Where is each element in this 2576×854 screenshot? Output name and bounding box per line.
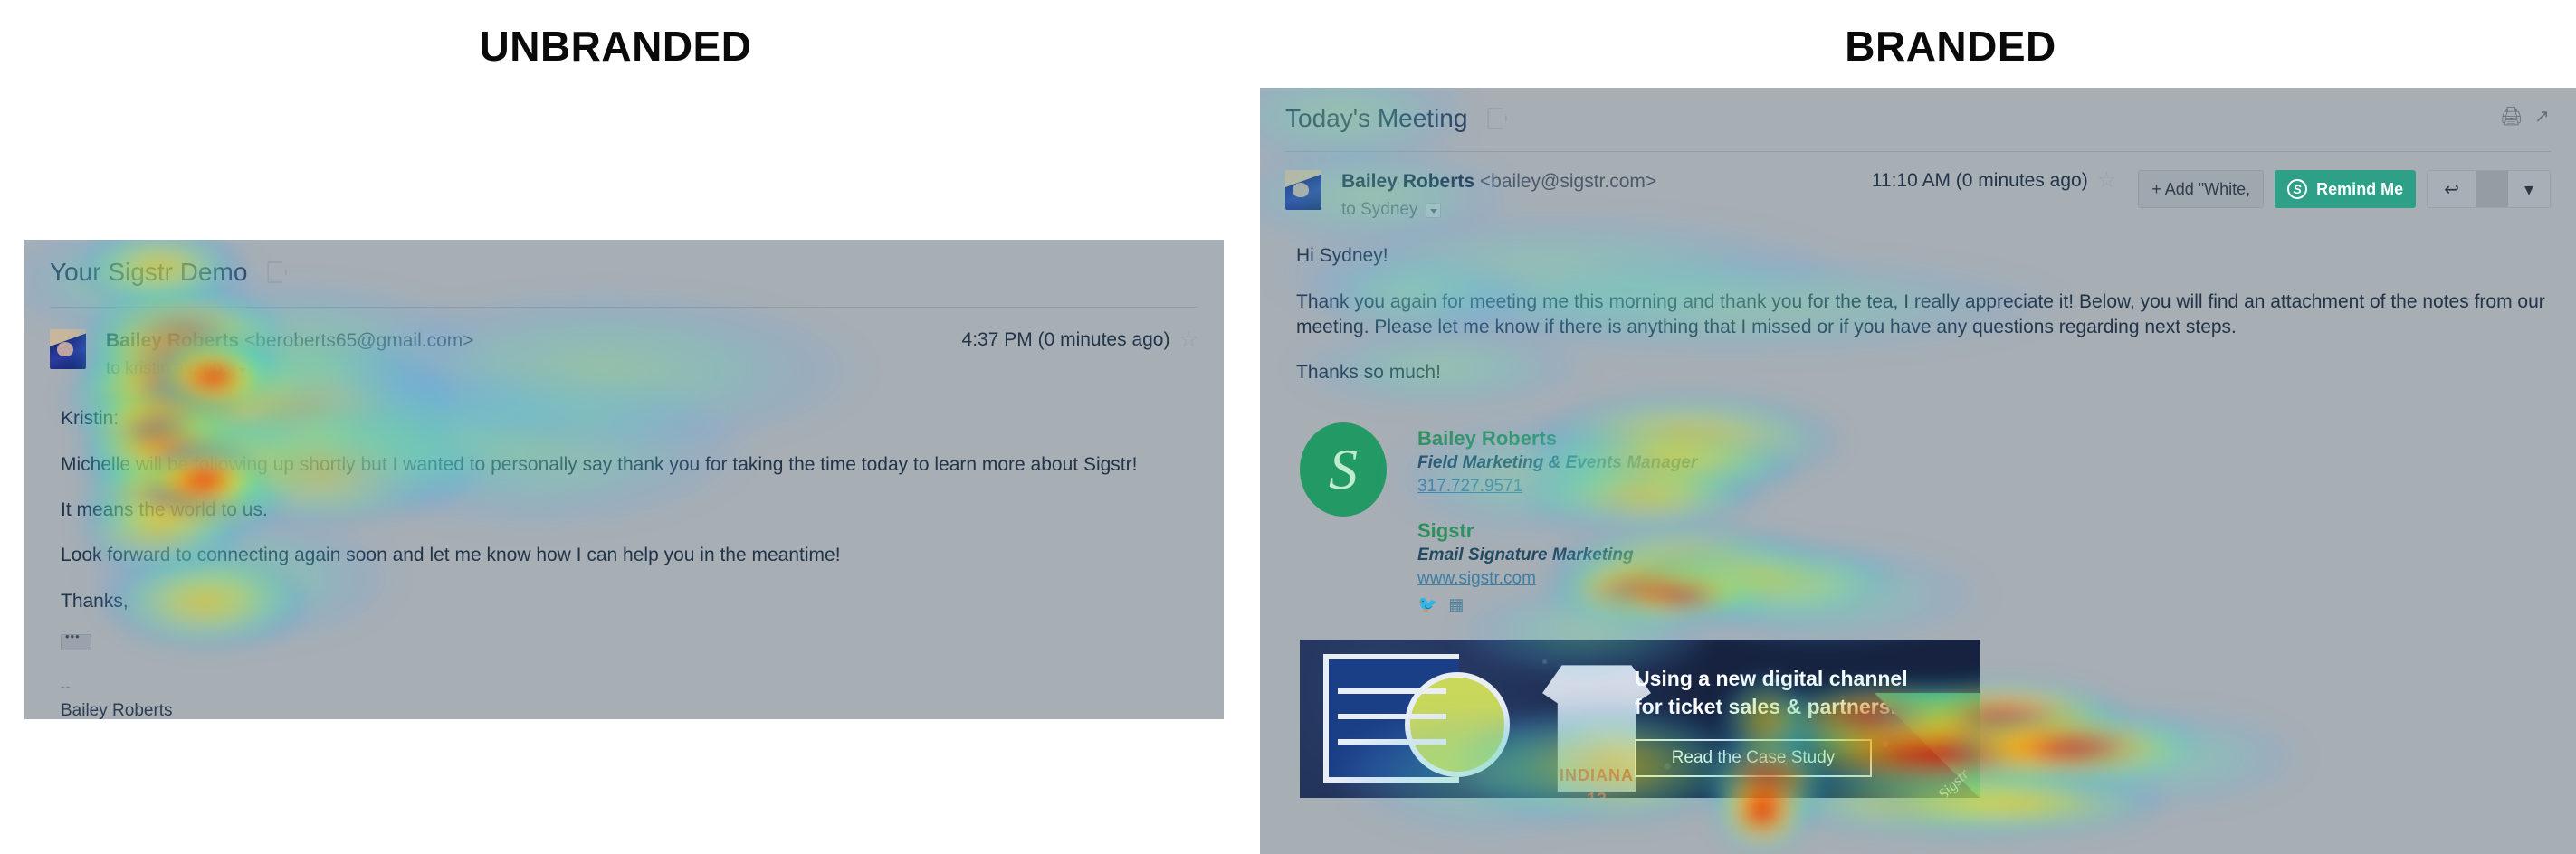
banner-corner-ribbon: Sigstr <box>1875 693 1980 799</box>
jersey-word: INDIANA <box>1560 766 1634 785</box>
label-tag-icon[interactable] <box>1487 108 1508 129</box>
signature-social-row: 🐦 ▦ <box>1417 595 1697 614</box>
body-line-0: Kristin: <box>61 408 119 430</box>
email-panel-unbranded: Your Sigstr Demo Bailey Roberts <berober… <box>24 240 1224 719</box>
email-body: Kristin: Michelle will be following up s… <box>24 379 1224 655</box>
recipient-line[interactable]: to kristin.ak.rob. <box>106 359 474 379</box>
signature-spacer <box>1417 498 1697 518</box>
signature-company: Sigstr <box>1417 518 1474 542</box>
avatar <box>1285 170 1321 210</box>
section-title-branded: BRANDED <box>1845 23 2056 70</box>
timestamp: 11:10 AM (0 minutes ago) <box>1871 170 2088 191</box>
signature-branded: S Bailey Roberts Field Marketing & Event… <box>1260 406 2576 615</box>
signature-title: Field Marketing & Events Manager <box>1417 453 1698 473</box>
indiana-pacers-logo <box>1323 654 1510 783</box>
chevron-down-icon[interactable]: ▾ <box>2508 171 2550 207</box>
linkedin-icon[interactable]: ▦ <box>1448 595 1464 614</box>
email-panel-branded: Today's Meeting 🖨 ↗ Bailey Roberts <bail… <box>1260 88 2576 854</box>
subject-row: Today's Meeting <box>1285 104 2551 133</box>
action-toolbar: + Add "White, S Remind Me ↩ ▾ <box>2138 170 2551 208</box>
chevron-down-icon[interactable] <box>1425 202 1441 218</box>
body-line-2: It means the world to us. <box>61 498 268 520</box>
button-divider <box>2475 171 2508 207</box>
ellipsis-expand-icon[interactable] <box>61 630 91 650</box>
reply-arrow-icon[interactable]: ↩ <box>2428 171 2476 207</box>
email-body: Hi Sydney! Thank you again for meeting m… <box>1260 220 2576 385</box>
message-header: Bailey Roberts <beroberts65@gmail.com> t… <box>50 329 1198 379</box>
add-label-button[interactable]: + Add "White, <box>2138 170 2265 208</box>
sigstr-s-icon: S <box>2287 179 2308 199</box>
recipient-text: to kristin.ak.rob. <box>106 359 228 379</box>
subject-text: Today's Meeting <box>1285 104 1468 132</box>
printer-icon[interactable]: 🖨 <box>2500 108 2523 128</box>
promo-banner[interactable]: INDIANA 13 Using a new digital channel f… <box>1300 640 1980 799</box>
section-title-unbranded: UNBRANDED <box>479 23 752 70</box>
signature-phone[interactable]: 317.727.9571 <box>1417 475 1697 498</box>
signature-name: Bailey Roberts <box>1417 426 1558 450</box>
star-outline-icon[interactable]: ☆ <box>2097 170 2117 192</box>
sender-email: <beroberts65@gmail.com> <box>243 330 474 351</box>
subject-text: Your Sigstr Demo <box>50 258 248 286</box>
jersey-number: 13 <box>1546 790 1647 798</box>
signature-plain: -- Bailey Roberts Field Marketing & Even… <box>24 655 1224 719</box>
comparison-stage: UNBRANDED BRANDED Your Sigstr Demo Baile… <box>0 0 2576 854</box>
header-divider <box>50 307 1198 308</box>
sender-name: Bailey Roberts <box>1341 171 1475 192</box>
body-line-2: Thanks so much! <box>1296 362 1441 384</box>
subject-row: Your Sigstr Demo <box>50 258 1198 287</box>
label-tag-icon[interactable] <box>267 261 288 283</box>
body-line-4: Thanks, <box>61 590 129 612</box>
recipient-line[interactable]: to Sydney <box>1341 200 1656 220</box>
body-line-1: Michelle will be following up shortly bu… <box>61 453 1138 475</box>
body-line-1: Thank you again for meeting me this morn… <box>1296 290 2545 337</box>
star-outline-icon[interactable]: ☆ <box>1178 329 1198 351</box>
header-divider <box>1285 151 2551 152</box>
recipient-text: to Sydney <box>1341 200 1418 220</box>
timestamp: 4:37 PM (0 minutes ago) <box>961 329 1170 350</box>
twitter-icon[interactable]: 🐦 <box>1417 595 1437 614</box>
remind-me-label: Remind Me <box>2316 179 2404 198</box>
sender-line: Bailey Roberts <bailey@sigstr.com> <box>1341 170 1656 194</box>
banner-headline-line1: Using a new digital channel <box>1635 667 1908 691</box>
chevron-down-icon[interactable] <box>234 361 251 377</box>
sigstr-logo-icon: S <box>1300 422 1387 517</box>
body-line-0: Hi Sydney! <box>1296 245 1388 267</box>
sender-name: Bailey Roberts <box>106 330 240 351</box>
sender-line: Bailey Roberts <beroberts65@gmail.com> <box>106 329 474 353</box>
reply-button-group: ↩ ▾ <box>2427 170 2551 208</box>
remind-me-button[interactable]: S Remind Me <box>2275 170 2417 208</box>
message-actions: 🖨 ↗ <box>2500 108 2554 128</box>
sender-email: <bailey@sigstr.com> <box>1479 171 1657 192</box>
signature-tagline: Email Signature Marketing <box>1417 546 1634 565</box>
signature-website[interactable]: www.sigstr.com <box>1417 567 1697 591</box>
open-in-new-window-icon[interactable]: ↗ <box>2534 108 2554 128</box>
signature-name: Bailey Roberts <box>61 701 173 719</box>
banner-brand-label: Sigstr <box>1934 765 1973 799</box>
signature-dashes: -- <box>61 678 72 693</box>
body-line-3: Look forward to connecting again soon an… <box>61 545 841 566</box>
message-header: Bailey Roberts <bailey@sigstr.com> to Sy… <box>1285 170 2551 220</box>
avatar <box>50 329 86 369</box>
banner-cta-button[interactable]: Read the Case Study <box>1635 739 1872 778</box>
